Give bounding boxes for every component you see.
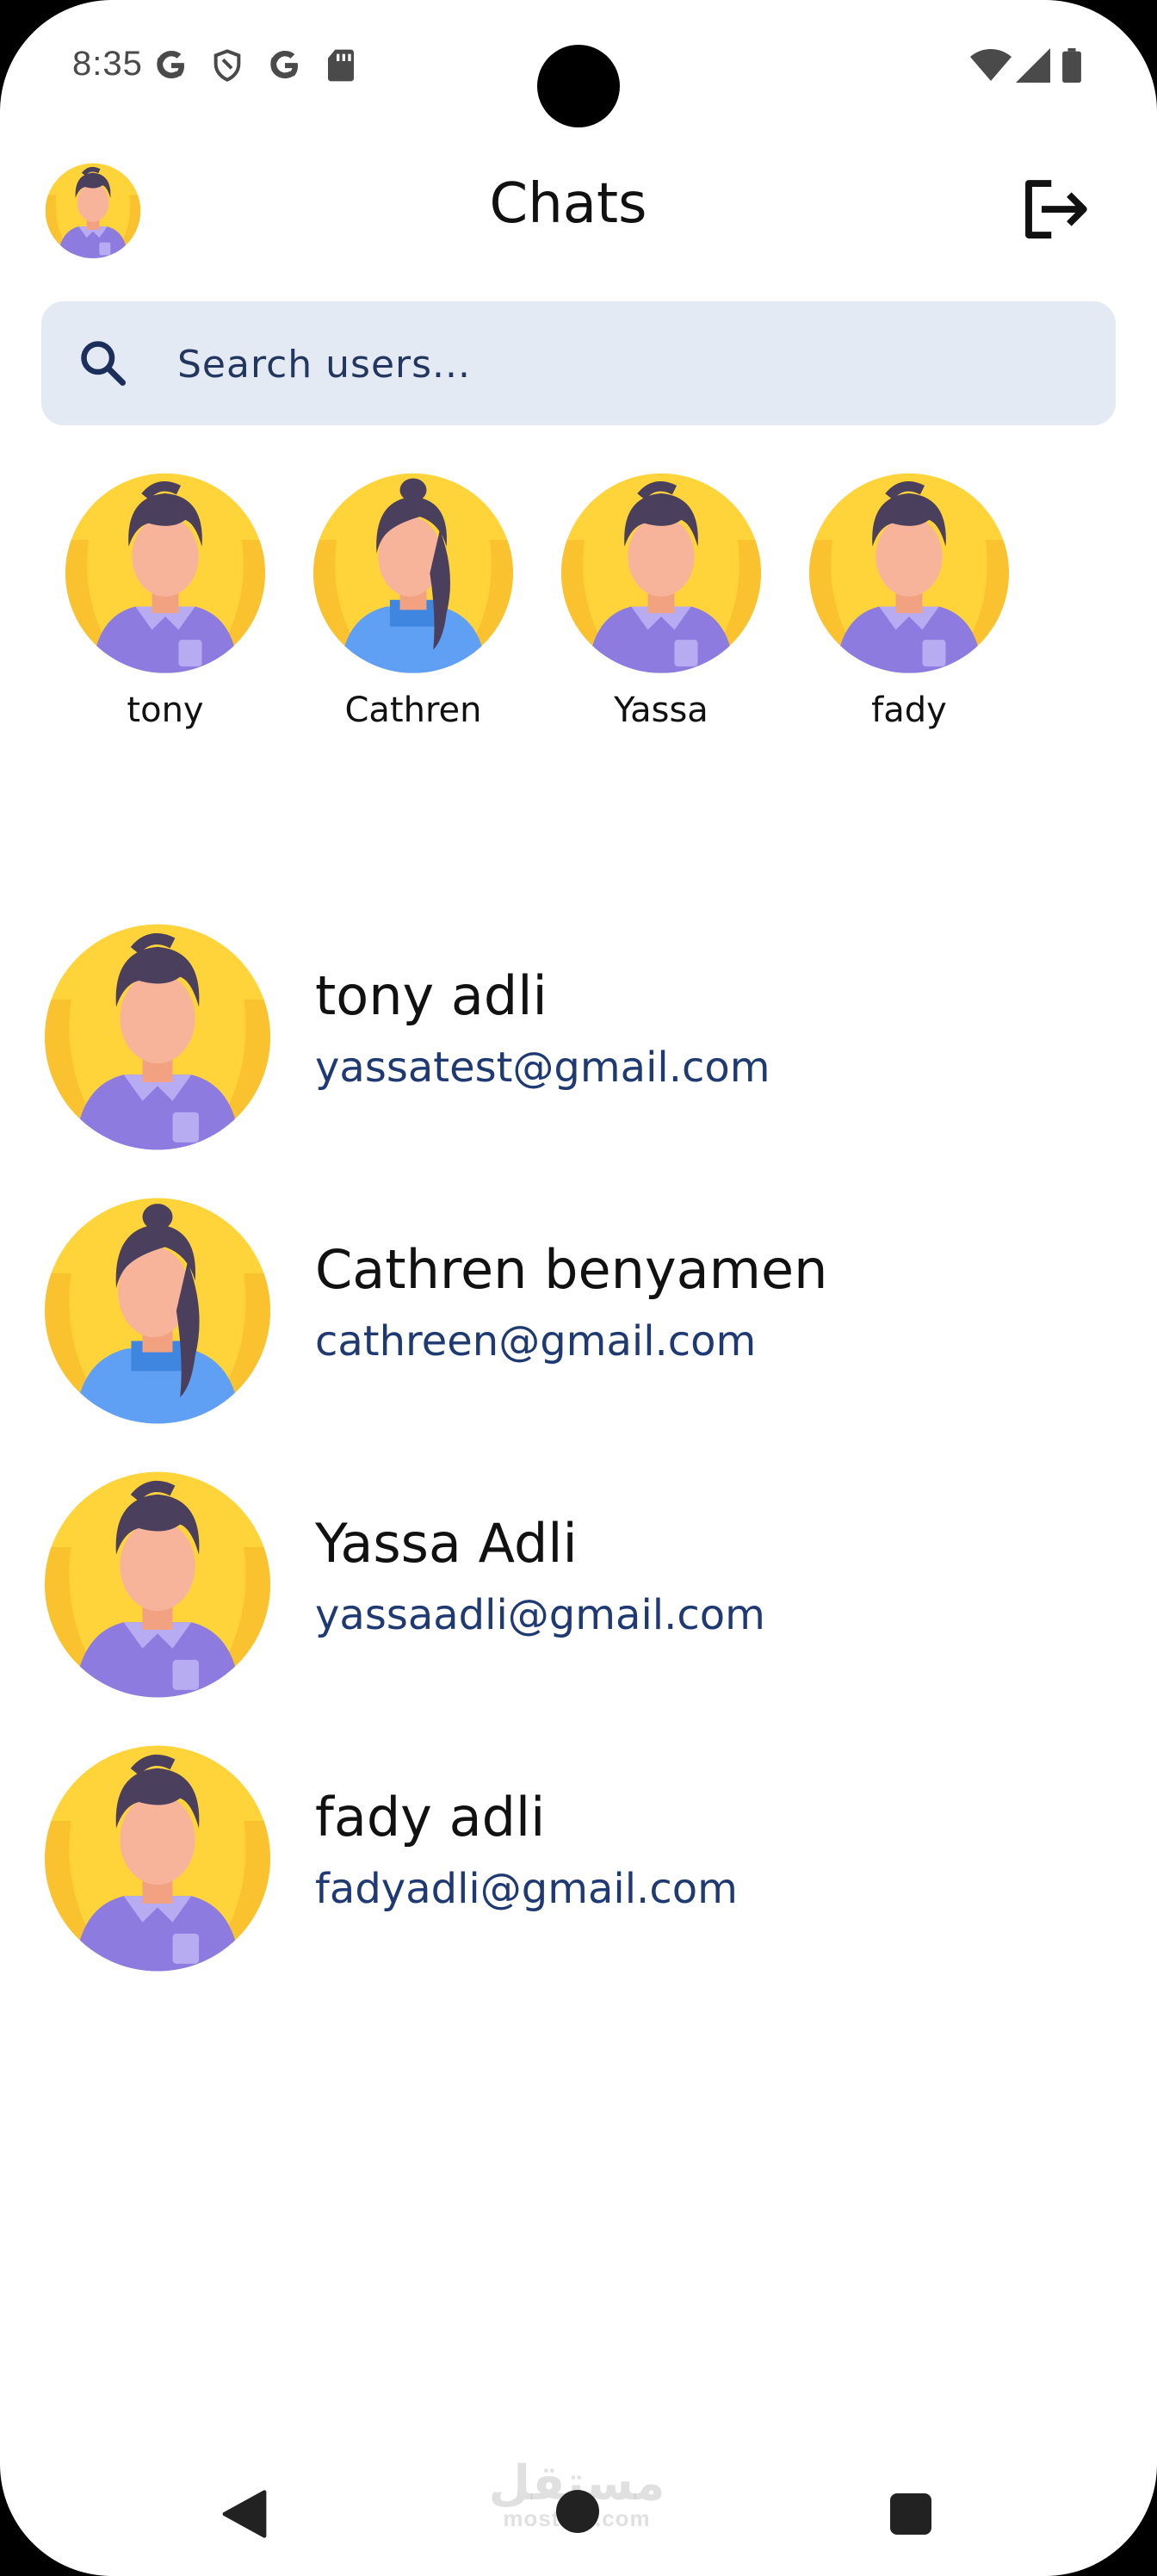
chat-name: Cathren benyamen bbox=[315, 1238, 828, 1301]
story-item-yassa[interactable]: Yassa bbox=[558, 463, 764, 730]
back-icon[interactable] bbox=[220, 2488, 269, 2540]
recent-apps-button[interactable] bbox=[890, 2493, 931, 2535]
story-name: Yassa bbox=[614, 690, 708, 730]
shield-icon bbox=[213, 49, 241, 82]
chat-list-item[interactable]: Cathren benyamen cathreen@gmail.com bbox=[0, 1186, 1157, 1445]
page-title: Chats bbox=[489, 172, 647, 236]
search-icon bbox=[81, 341, 126, 386]
chat-avatar bbox=[45, 1734, 270, 1972]
chat-avatar bbox=[45, 1460, 270, 1698]
story-item-cathren[interactable]: Cathren bbox=[310, 463, 517, 730]
status-bar: 8:35 bbox=[0, 0, 1157, 138]
chat-name: tony adli bbox=[315, 964, 548, 1027]
story-name: Cathren bbox=[344, 690, 482, 730]
story-avatar bbox=[65, 463, 265, 673]
chat-list-item[interactable]: fady adli fadyadli@gmail.com bbox=[0, 1734, 1157, 1992]
chat-name: Yassa Adli bbox=[315, 1512, 578, 1575]
chat-email: fadyadli@gmail.com bbox=[315, 1865, 738, 1913]
story-avatar bbox=[809, 463, 1009, 673]
story-avatar bbox=[313, 463, 513, 673]
status-time: 8:35 bbox=[72, 45, 143, 83]
google-g-icon bbox=[157, 51, 184, 78]
signal-icon bbox=[1016, 48, 1050, 83]
story-name: fady bbox=[871, 690, 947, 730]
story-name: tony bbox=[127, 690, 204, 730]
chat-name: fady adli bbox=[315, 1786, 546, 1848]
home-button[interactable] bbox=[556, 2490, 599, 2533]
sd-card-icon bbox=[328, 49, 354, 82]
story-avatar bbox=[561, 463, 761, 673]
story-item-tony[interactable]: tony bbox=[62, 463, 269, 730]
logout-icon[interactable] bbox=[1016, 170, 1093, 248]
app-screen: 8:35 Chats Search users... tony Cathren … bbox=[0, 0, 1157, 2576]
story-item-fady[interactable]: fady bbox=[806, 463, 1012, 730]
search-bar[interactable] bbox=[41, 301, 1116, 425]
battery-icon bbox=[1062, 48, 1081, 83]
chat-list-item[interactable]: tony adli yassatest@gmail.com bbox=[0, 913, 1157, 1171]
chat-avatar bbox=[45, 913, 270, 1150]
chat-email: yassatest@gmail.com bbox=[315, 1043, 770, 1092]
chat-avatar bbox=[45, 1186, 270, 1424]
search-input[interactable] bbox=[176, 327, 1092, 401]
google-g-icon bbox=[270, 51, 298, 78]
wifi-icon bbox=[970, 49, 1012, 81]
chat-email: yassaadli@gmail.com bbox=[315, 1591, 765, 1639]
chat-list-item[interactable]: Yassa Adli yassaadli@gmail.com bbox=[0, 1460, 1157, 1718]
front-camera bbox=[537, 45, 620, 127]
chat-email: cathreen@gmail.com bbox=[315, 1317, 757, 1365]
